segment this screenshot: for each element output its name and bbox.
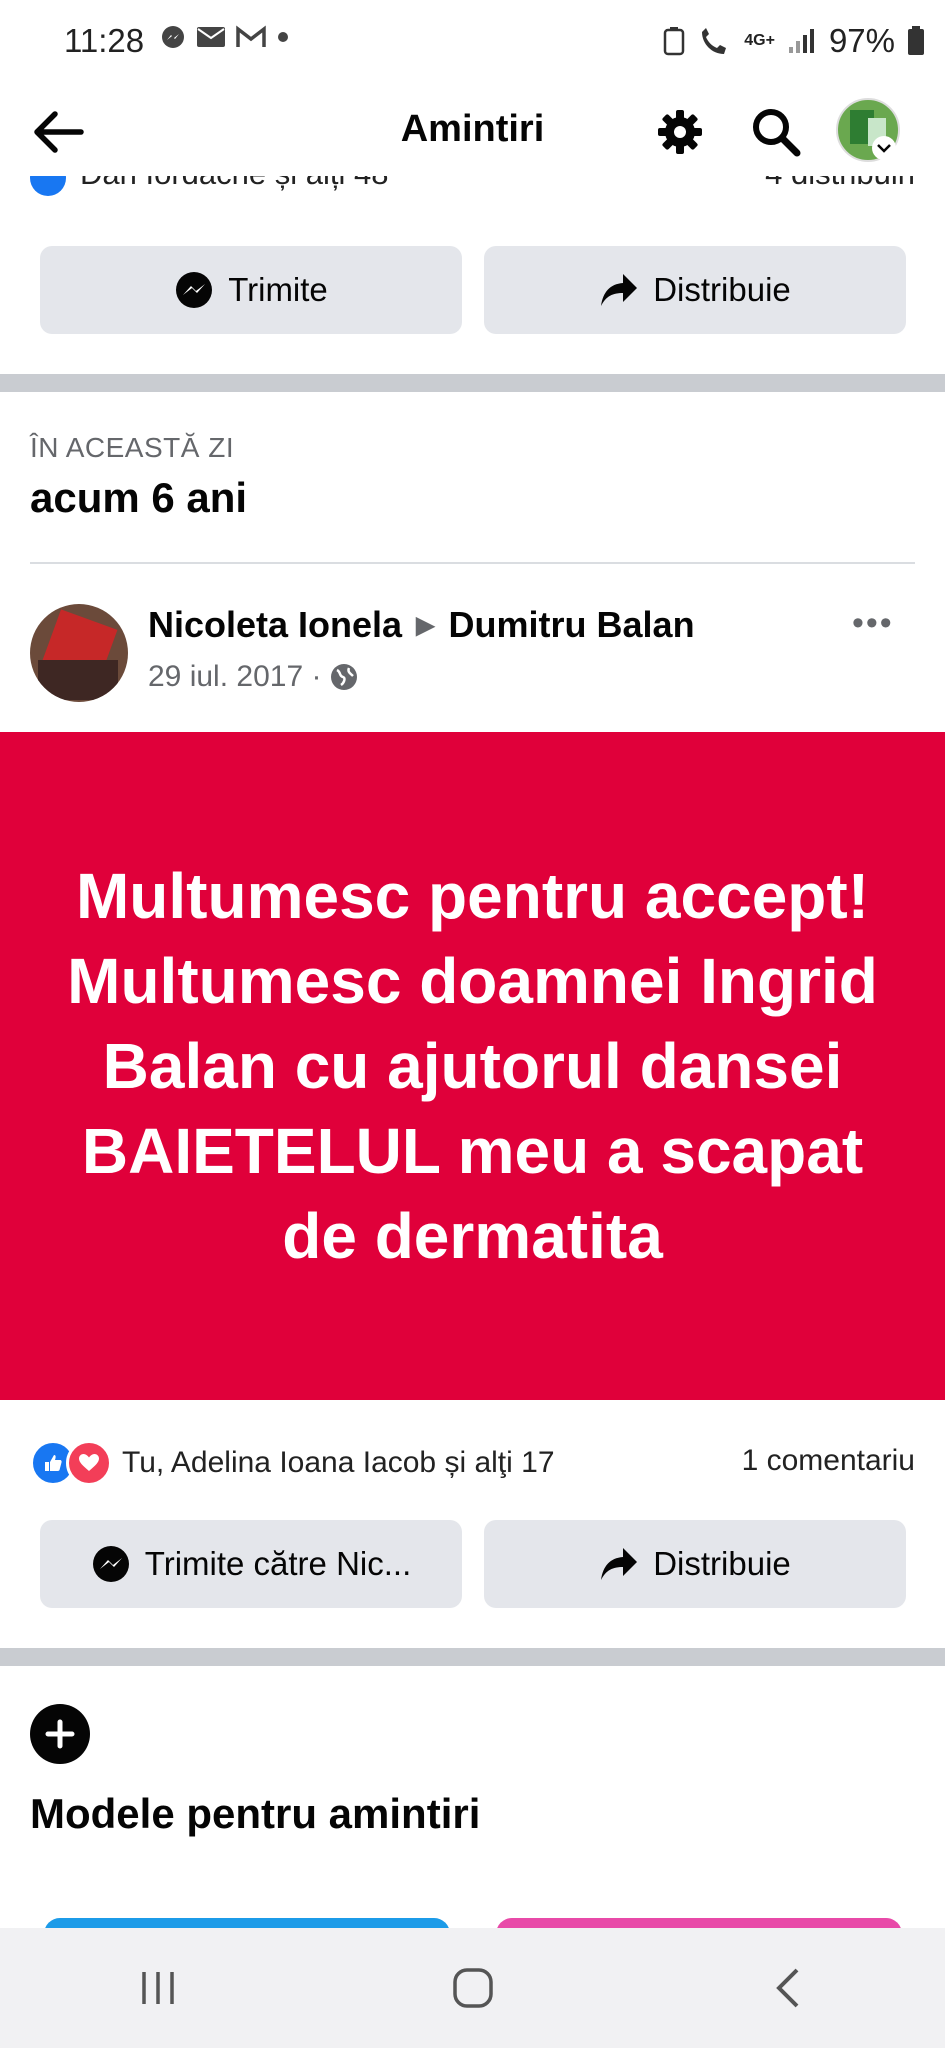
post-meta: 29 iul. 2017 · bbox=[148, 660, 359, 694]
recent-apps-icon bbox=[141, 1972, 174, 2004]
recipient-name[interactable]: Dumitru Balan bbox=[449, 604, 695, 646]
share-arrow-icon bbox=[601, 274, 638, 306]
send-to-button[interactable]: Trimite către Nic... bbox=[40, 1520, 462, 1608]
section-separator bbox=[0, 374, 945, 392]
templates-title: Modele pentru amintiri bbox=[30, 1790, 481, 1837]
post-author-line: Nicoleta Ionela ▶ Dumitru Balan bbox=[148, 604, 695, 646]
globe-icon bbox=[331, 664, 358, 690]
on-this-day-label: ÎN ACEASTĂ ZI bbox=[30, 432, 235, 463]
more-options-button[interactable]: ••• bbox=[852, 604, 894, 643]
mail-icon bbox=[197, 27, 225, 47]
settings-button[interactable] bbox=[648, 100, 712, 164]
system-nav-bar bbox=[0, 1928, 945, 2048]
post-date[interactable]: 29 iul. 2017 · bbox=[148, 660, 321, 694]
plus-icon bbox=[45, 1719, 75, 1749]
app-header: Amintiri bbox=[0, 84, 945, 176]
divider bbox=[30, 562, 915, 564]
like-icon bbox=[30, 176, 66, 196]
chevron-down-icon[interactable] bbox=[872, 136, 896, 160]
add-button[interactable] bbox=[30, 1704, 90, 1764]
messenger-icon bbox=[176, 272, 213, 308]
reactions-summary[interactable]: Tu, Adelina Ioana Iacob și alţi 17 bbox=[30, 1440, 555, 1486]
back-chevron-icon bbox=[775, 1968, 798, 2008]
reactions-text: Tu, Adelina Ioana Iacob și alţi 17 bbox=[122, 1446, 555, 1479]
author-avatar[interactable] bbox=[30, 604, 128, 702]
search-button[interactable] bbox=[744, 100, 808, 164]
share-label: Distribuie bbox=[653, 1545, 791, 1582]
gmail-icon bbox=[236, 25, 266, 47]
post-message: Multumesc pentru accept! Multumesc doamn… bbox=[67, 859, 878, 1272]
send-button[interactable]: Trimite bbox=[40, 246, 462, 334]
status-bar: 11:28 4G+ 97% bbox=[0, 0, 945, 84]
arrow-right-icon: ▶ bbox=[416, 611, 435, 639]
comments-count[interactable]: 1 comentariu bbox=[742, 1444, 915, 1478]
share-arrow-icon bbox=[601, 1548, 638, 1580]
love-reaction-icon bbox=[66, 1440, 112, 1486]
home-button[interactable] bbox=[413, 1948, 533, 2028]
gear-icon bbox=[658, 110, 702, 154]
home-icon bbox=[452, 1968, 493, 2008]
share-button[interactable]: Distribuie bbox=[484, 1520, 906, 1608]
post-text-banner[interactable]: Multumesc pentru accept! Multumesc doamn… bbox=[0, 732, 945, 1400]
send-to-label: Trimite către Nic... bbox=[144, 1545, 412, 1582]
status-right: 4G+ 97% bbox=[662, 22, 925, 60]
send-label: Trimite bbox=[228, 271, 328, 308]
share-button[interactable]: Distribuie bbox=[484, 246, 906, 334]
previous-reactions-text: Dan Iordache și alți 48 bbox=[80, 176, 388, 192]
notification-icons bbox=[160, 24, 290, 50]
previous-post-reactions: Dan Iordache și alți 48 4 distribuiri bbox=[0, 176, 945, 206]
wifi-call-icon bbox=[702, 28, 727, 54]
battery-icon bbox=[908, 26, 924, 55]
status-time: 11:28 bbox=[64, 22, 145, 59]
signal-icon bbox=[788, 29, 814, 53]
share-label: Distribuie bbox=[653, 271, 791, 308]
battery-level: 97% bbox=[828, 22, 895, 59]
recycle-icon bbox=[664, 27, 685, 56]
recent-apps-button[interactable] bbox=[98, 1948, 218, 2028]
dot-icon bbox=[278, 32, 288, 42]
previous-shares-text: 4 distribuiri bbox=[765, 176, 915, 192]
memory-age-heading: acum 6 ani bbox=[30, 474, 248, 521]
messenger-icon bbox=[92, 1546, 129, 1582]
system-back-button[interactable] bbox=[728, 1948, 848, 2028]
author-name[interactable]: Nicoleta Ionela bbox=[148, 604, 402, 646]
section-separator bbox=[0, 1648, 945, 1666]
search-icon bbox=[753, 109, 801, 157]
messenger-notif-icon bbox=[162, 26, 184, 48]
network-type: 4G+ bbox=[744, 32, 775, 49]
